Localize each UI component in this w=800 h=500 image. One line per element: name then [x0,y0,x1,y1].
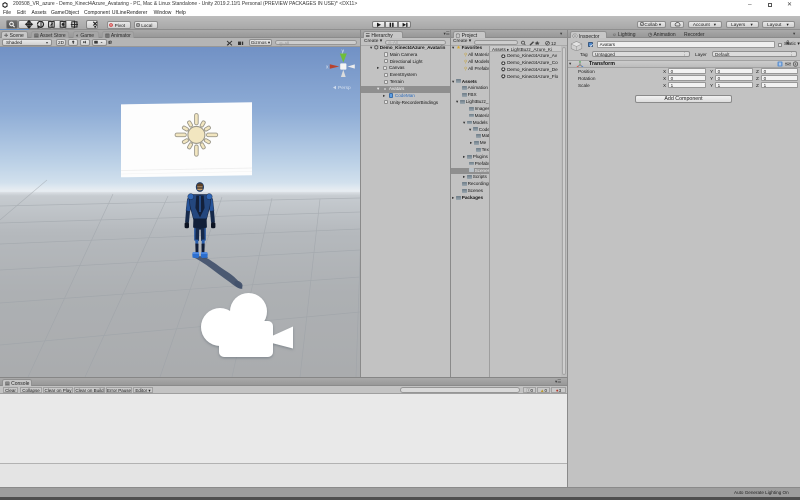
svg-text:Persp: Persp [338,85,351,91]
